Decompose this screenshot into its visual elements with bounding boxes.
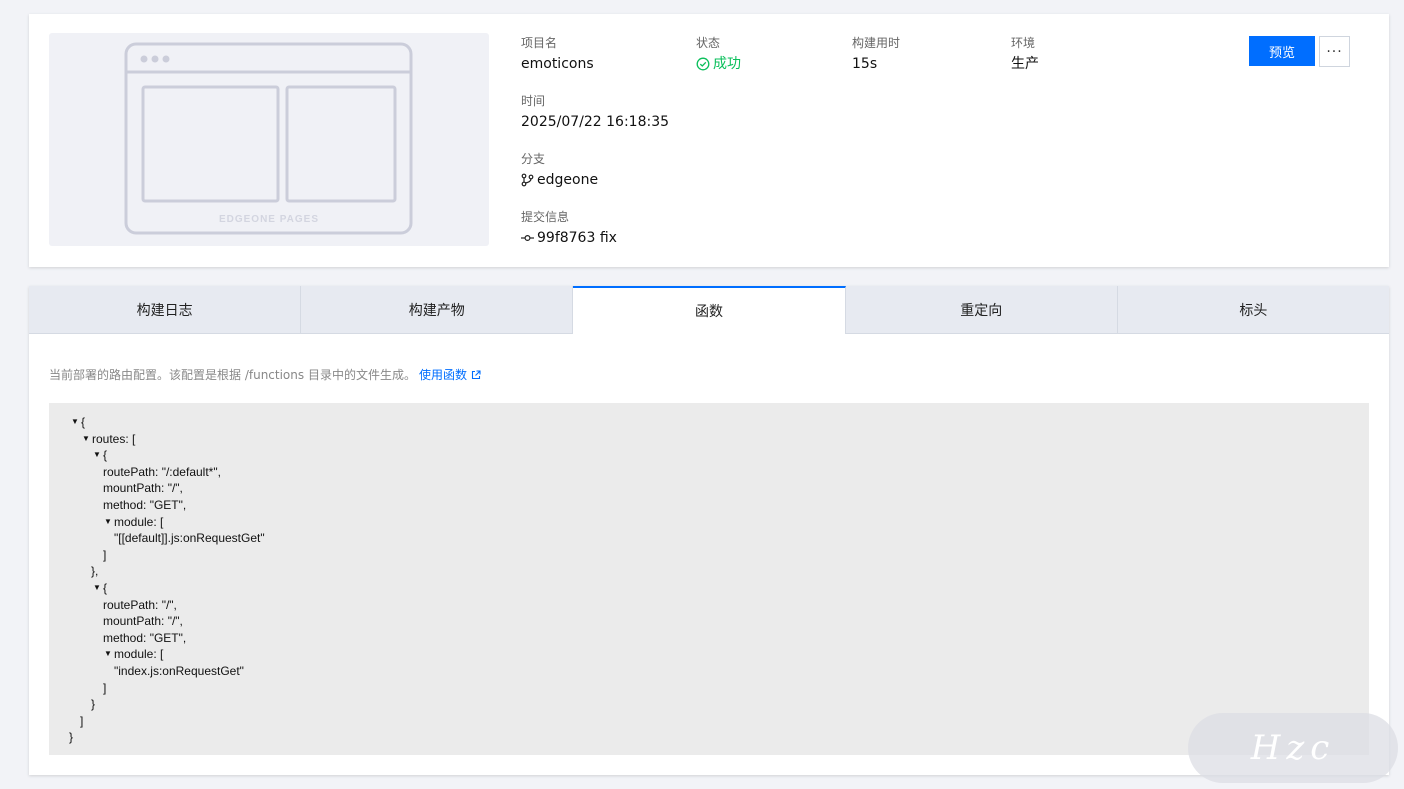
more-icon: ··· — [1326, 43, 1343, 60]
tab-build-artifacts[interactable]: 构建产物 — [301, 286, 574, 334]
json-line: routePath: "/:default*", — [103, 464, 221, 479]
watermark-text: Hzc — [1250, 728, 1336, 768]
json-line: mountPath: "/", — [103, 614, 183, 629]
json-line: ] — [80, 713, 84, 728]
json-line: mountPath: "/", — [103, 481, 183, 496]
deployment-details-card: 构建日志 构建产物 函数 重定向 标头 当前部署的路由配置。该配置是根据 /fu… — [29, 286, 1390, 775]
json-line: }, — [91, 564, 99, 579]
json-line: method: "GET", — [103, 497, 187, 512]
branch-icon — [521, 173, 534, 187]
commit-icon — [521, 234, 534, 242]
build-time-label: 构建用时 — [852, 36, 901, 50]
status-field: 状态 成功 — [696, 35, 741, 73]
watermark-logo: Hzc — [1188, 713, 1398, 783]
json-line: ▼ routes: [ — [49, 431, 1369, 448]
time-value: 2025/07/22 16:18:35 — [521, 114, 670, 130]
tab-headers[interactable]: 标头 — [1117, 286, 1390, 334]
branch-label: 分支 — [521, 152, 546, 166]
commit-field: 提交信息 99f8763 fix — [521, 209, 617, 247]
commit-row: 99f8763 fix — [521, 229, 617, 247]
commit-value: 99f8763 fix — [537, 230, 617, 246]
success-icon — [696, 57, 710, 71]
routes-json-viewer: ▼{ ▼ routes: [ ▼{ routePath: "/:default*"… — [49, 403, 1369, 755]
thumbnail-caption: EDGEONE PAGES — [219, 214, 319, 225]
build-time-field: 构建用时 15s — [852, 35, 900, 73]
functions-description-text: 当前部署的路由配置。该配置是根据 /functions 目录中的文件生成。 — [49, 368, 416, 382]
collapse-triangle-icon[interactable]: ▼ — [80, 431, 92, 448]
branch-row: edgeone — [521, 171, 598, 189]
json-line: method: "GET", — [103, 630, 187, 645]
tab-build-log[interactable]: 构建日志 — [29, 286, 302, 334]
json-line: ▼{ — [49, 580, 1369, 597]
use-functions-link-label: 使用函数 — [418, 368, 467, 382]
build-time-value: 15s — [852, 56, 878, 72]
time-label: 时间 — [521, 94, 546, 108]
more-button[interactable]: ··· — [1319, 36, 1350, 67]
use-functions-link[interactable]: 使用函数 — [419, 366, 481, 383]
collapse-triangle-icon[interactable]: ▼ — [69, 414, 81, 431]
preview-button[interactable]: 预览 — [1249, 36, 1315, 66]
json-line: "index.js:onRequestGet" — [114, 663, 244, 678]
json-line: ▼{ — [49, 414, 1369, 431]
functions-description: 当前部署的路由配置。该配置是根据 /functions 目录中的文件生成。 使用… — [49, 366, 481, 383]
project-name-value: emoticons — [521, 56, 594, 72]
status-label: 状态 — [696, 36, 721, 50]
tab-redirects[interactable]: 重定向 — [845, 286, 1118, 334]
project-name-label: 项目名 — [521, 36, 558, 50]
status-value: 成功 — [713, 56, 741, 72]
environment-label: 环境 — [1011, 36, 1036, 50]
collapse-triangle-icon[interactable]: ▼ — [102, 646, 114, 663]
external-link-icon — [471, 369, 481, 379]
collapse-triangle-icon[interactable]: ▼ — [91, 580, 103, 597]
json-line: ] — [103, 547, 107, 562]
environment-value: 生产 — [1011, 56, 1039, 72]
json-line: routePath: "/", — [103, 597, 177, 612]
collapse-triangle-icon[interactable]: ▼ — [91, 447, 103, 464]
json-line: "[[default]].js:onRequestGet" — [114, 531, 265, 546]
deployment-thumbnail: EDGEONE PAGES — [49, 33, 489, 246]
branch-field: 分支 edgeone — [521, 151, 598, 189]
tab-bar: 构建日志 构建产物 函数 重定向 标头 — [29, 286, 1390, 334]
deployment-card: EDGEONE PAGES 项目名 emoticons 状态 成功 构建用时 1… — [29, 14, 1389, 267]
status-badge: 成功 — [696, 55, 741, 73]
tab-functions[interactable]: 函数 — [573, 286, 846, 334]
commit-label: 提交信息 — [521, 210, 570, 224]
json-line: ▼ module: [ — [49, 514, 1369, 531]
time-field: 时间 2025/07/22 16:18:35 — [521, 93, 669, 131]
json-line: ▼{ — [49, 447, 1369, 464]
environment-field: 环境 生产 — [1011, 35, 1039, 73]
collapse-triangle-icon[interactable]: ▼ — [102, 514, 114, 531]
project-name-field: 项目名 emoticons — [521, 35, 594, 73]
json-line: ] — [103, 680, 107, 695]
json-line: } — [69, 730, 74, 745]
json-line: } — [91, 697, 96, 712]
branch-value: edgeone — [537, 172, 599, 188]
json-line: ▼ module: [ — [49, 646, 1369, 663]
